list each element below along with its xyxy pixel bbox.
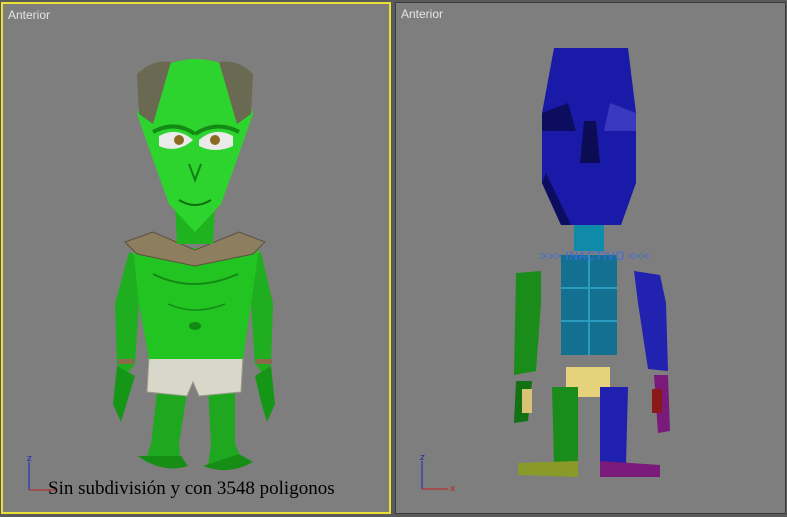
axis-z-label: z	[27, 454, 32, 464]
xyz-axis-gizmo: z x	[420, 453, 456, 493]
viewport-front-right[interactable]: Anterior >>> INACTIVO <<< z x	[395, 2, 786, 514]
alien-character-render	[113, 59, 275, 471]
axis-x-label: x	[450, 484, 456, 493]
caption-text: Sin subdivisión y con 3548 poligonos	[48, 478, 335, 499]
inactive-status-label: >>> INACTIVO <<<	[540, 249, 651, 263]
viewport-front-left[interactable]: Anterior z Sin subdivisión y con 3548 po…	[1, 2, 391, 514]
axis-z-label: z	[420, 453, 425, 463]
